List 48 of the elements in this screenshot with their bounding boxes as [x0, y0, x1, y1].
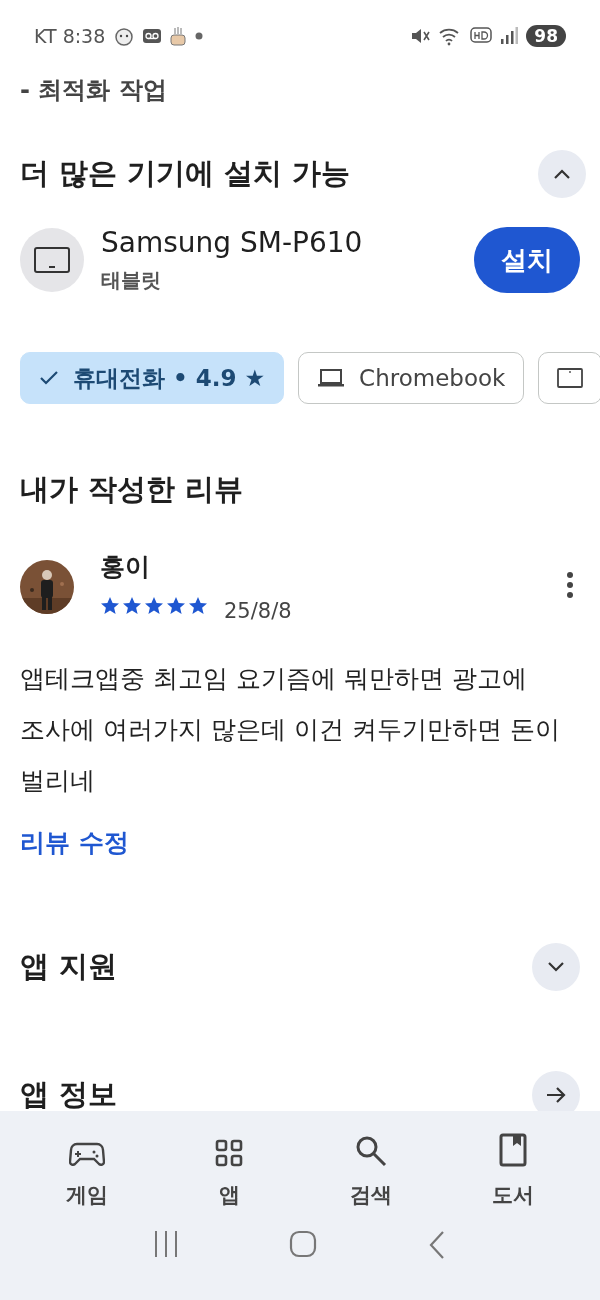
cake-icon: [169, 26, 188, 46]
nav-tab[interactable]: 도서: [458, 1111, 568, 1213]
gamepad-icon: [69, 1141, 105, 1167]
hd-icon: [470, 27, 493, 45]
dot-icon: [195, 32, 204, 40]
more-icon: [566, 571, 574, 599]
device-type: 태블릿: [101, 267, 162, 294]
check-icon: [39, 370, 59, 386]
star-icon: [100, 596, 120, 616]
nav-tab[interactable]: 앱: [174, 1111, 284, 1213]
chevron-down-icon: [546, 961, 566, 973]
star-icon: [166, 596, 186, 616]
review-text: 앱테크앱중 최고임 요기즘에 뭐만하면 광고에 조사에 여러가지 많은데 이건 켜두기만하면 돈이 벌리네: [20, 663, 561, 797]
nav-tab[interactable]: 검색: [316, 1111, 426, 1213]
arrow-icon: [545, 1085, 567, 1105]
arrow-button[interactable]: [532, 1071, 580, 1111]
recent-apps-icon[interactable]: [153, 1230, 179, 1258]
device-chip[interactable]: 휴대전화 • 4.9 ★: [20, 352, 285, 404]
chevron-up-icon: [552, 168, 572, 180]
nav-tab[interactable]: 게임: [32, 1111, 142, 1213]
battery-level: 98: [526, 25, 566, 47]
section-title: 앱 정보: [20, 1076, 118, 1111]
signal-icon: [500, 27, 519, 45]
home-icon[interactable]: [289, 1230, 317, 1258]
device-chip[interactable]: [538, 352, 600, 404]
star-icon: [188, 596, 208, 616]
device-name: Samsung SM-P610: [101, 226, 364, 259]
status-time: KT 8:38: [34, 25, 106, 47]
back-icon[interactable]: [427, 1230, 447, 1260]
book-icon: [499, 1133, 527, 1167]
search-icon: [355, 1135, 387, 1167]
release-note: - 최적화 작업: [20, 75, 168, 106]
edit-review-link[interactable]: 리뷰 수정: [20, 826, 129, 859]
section-title: 내가 작성한 리뷰: [20, 471, 245, 508]
voicemail-icon: [143, 29, 162, 43]
device-chip[interactable]: Chromebook: [298, 352, 525, 404]
review-date: 25/8/8: [224, 599, 292, 623]
mute-icon: [410, 26, 431, 46]
cartoon-icon: [113, 26, 136, 46]
star-icon: [144, 596, 164, 616]
star-icon: [122, 596, 142, 616]
reviewer-name: 홍이: [100, 551, 151, 583]
install-button[interactable]: 설치: [474, 227, 580, 293]
laptop-icon: [317, 368, 346, 388]
section-title: 앱 지원: [20, 948, 118, 985]
tablet-icon: [557, 368, 584, 388]
grid-icon: [215, 1139, 243, 1167]
section-title: 더 많은 기기에 설치 가능: [20, 155, 351, 192]
